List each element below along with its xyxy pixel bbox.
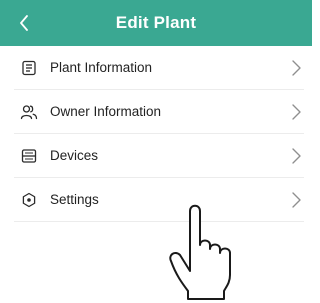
chevron-right-icon (292, 104, 301, 120)
settings-menu: Plant Information Owner Information Devi… (0, 46, 312, 222)
back-button[interactable] (14, 12, 34, 34)
menu-item-label: Plant Information (50, 60, 153, 75)
page-title: Edit Plant (115, 13, 197, 32)
menu-item-owner-information[interactable]: Owner Information (14, 90, 304, 134)
chevron-right-icon (292, 192, 301, 208)
chevron-right-icon (292, 60, 301, 76)
menu-item-settings[interactable]: Settings (14, 178, 304, 222)
menu-item-plant-information[interactable]: Plant Information (14, 46, 304, 90)
settings-icon (18, 189, 40, 211)
chevron-right-icon (292, 148, 301, 164)
menu-item-devices[interactable]: Devices (14, 134, 304, 178)
menu-item-label: Owner Information (50, 104, 162, 119)
users-icon (18, 101, 40, 123)
menu-item-label: Devices (50, 148, 99, 163)
tap-hand-icon (169, 204, 231, 300)
device-icon (18, 145, 40, 167)
document-icon (18, 57, 40, 79)
app-header: Edit Plant (0, 0, 312, 46)
chevron-left-icon (20, 15, 28, 31)
menu-item-label: Settings (50, 192, 99, 207)
